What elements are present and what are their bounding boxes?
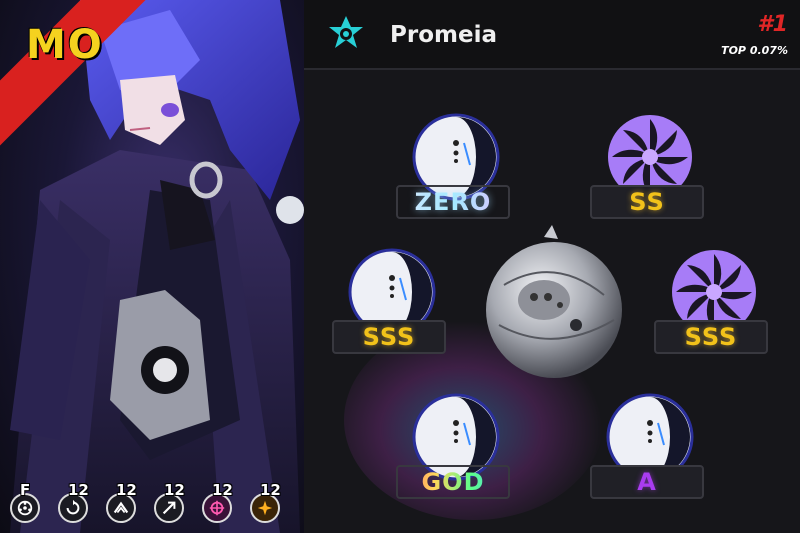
stat-skill-5: 12 bbox=[250, 481, 284, 523]
module-grade: GOD bbox=[396, 465, 510, 499]
module-grade: SSS bbox=[654, 320, 768, 354]
module-grade: SSS bbox=[332, 320, 446, 354]
stat-skill-2: 12 bbox=[106, 481, 140, 523]
core-sphere-icon bbox=[486, 225, 622, 378]
weapon-header: Promeia #1 TOP 0.07% bbox=[304, 0, 800, 70]
build-card: MO F 12 12 12 12 12 Promeia #1 TOP 0.07%… bbox=[0, 0, 800, 533]
character-rank-letter: MO bbox=[26, 22, 104, 68]
weapon-name: Promeia bbox=[390, 22, 497, 48]
character-panel: MO F 12 12 12 12 12 bbox=[0, 0, 304, 533]
stat-value: 12 bbox=[116, 481, 137, 499]
stat-value: 12 bbox=[260, 481, 281, 499]
stat-skill-1: 12 bbox=[58, 481, 92, 523]
weapon-panel: Promeia #1 TOP 0.07% ZERO SS SSS SSS GOD… bbox=[304, 0, 800, 533]
character-stats: F 12 12 12 12 12 bbox=[10, 481, 284, 523]
weapon-top-percent: TOP 0.07% bbox=[721, 44, 788, 57]
stat-value: 12 bbox=[212, 481, 233, 499]
stat-skill-3: 12 bbox=[154, 481, 188, 523]
star-gear-icon bbox=[329, 16, 363, 48]
stat-disc: F bbox=[10, 481, 44, 523]
stat-skill-4: 12 bbox=[202, 481, 236, 523]
stat-value: 12 bbox=[164, 481, 185, 499]
stat-value: 12 bbox=[68, 481, 89, 499]
module-grade: SS bbox=[590, 185, 704, 219]
weapon-rank: #1 bbox=[757, 12, 788, 37]
module-grade: A bbox=[590, 465, 704, 499]
module-grade: ZERO bbox=[396, 185, 510, 219]
stat-value: F bbox=[20, 481, 31, 499]
